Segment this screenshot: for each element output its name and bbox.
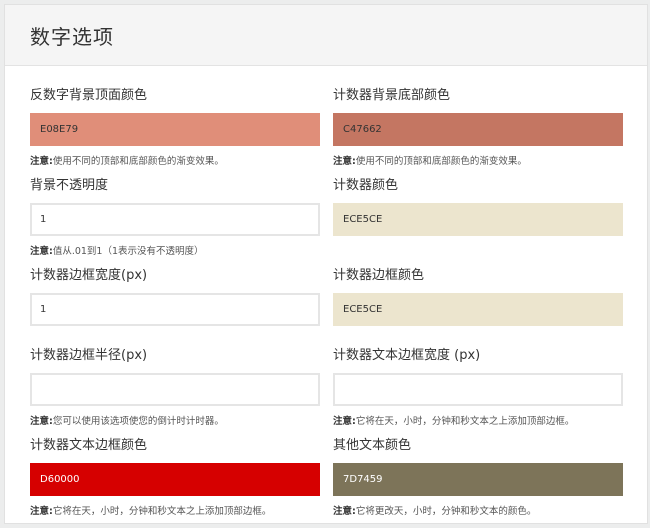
field-note: 注意:它将更改天，小时，分钟和秒文本的颜色。 xyxy=(333,503,536,517)
field-label: 背景不透明度 xyxy=(30,178,109,193)
counter-color-input[interactable]: ECE5CE xyxy=(333,203,623,236)
field-counter-bg-top-color: 反数字背景顶面颜色 E08E79 注意:使用不同的顶部和底部颜色的渐变效果。 xyxy=(30,87,320,167)
field-label: 计数器文本边框颜色 xyxy=(30,438,148,453)
field-label: 计数器边框半径(px) xyxy=(30,348,148,363)
field-label: 计数器文本边框宽度 (px) xyxy=(333,348,481,363)
other-text-color-input[interactable]: 7D7459 xyxy=(333,463,623,496)
field-counter-text-border-width: 计数器文本边框宽度 (px) 注意:它将在天，小时，分钟和秒文本之上添加顶部边框… xyxy=(333,347,623,427)
field-label: 其他文本颜色 xyxy=(333,438,412,453)
field-label: 计数器边框宽度(px) xyxy=(30,268,148,283)
note-prefix: 注意: xyxy=(30,506,53,517)
note-text: 值从.01到1（1表示没有不透明度） xyxy=(52,246,204,257)
counter-text-border-color-input[interactable]: D60000 xyxy=(30,463,320,496)
note-prefix: 注意: xyxy=(333,156,356,167)
field-label: 计数器颜色 xyxy=(333,178,399,193)
field-label: 计数器边框颜色 xyxy=(333,268,425,283)
note-text: 使用不同的顶部和底部颜色的渐变效果。 xyxy=(52,156,224,167)
counter-border-radius-input[interactable] xyxy=(30,373,320,406)
field-note: 注意:使用不同的顶部和底部颜色的渐变效果。 xyxy=(30,153,224,167)
note-text: 使用不同的顶部和底部颜色的渐变效果。 xyxy=(355,156,527,167)
counter-bg-top-color-input[interactable]: E08E79 xyxy=(30,113,320,146)
note-prefix: 注意: xyxy=(30,416,53,427)
field-label: 反数字背景顶面颜色 xyxy=(30,88,148,103)
field-label: 计数器背景底部颜色 xyxy=(333,88,451,103)
note-prefix: 注意: xyxy=(30,246,53,257)
field-counter-border-radius: 计数器边框半径(px) 注意:您可以使用该选项使您的倒计时计时器。 xyxy=(30,347,320,427)
field-counter-border-color: 计数器边框颜色 ECE5CE xyxy=(333,267,623,326)
note-prefix: 注意: xyxy=(333,416,356,427)
note-text: 它将更改天，小时，分钟和秒文本的颜色。 xyxy=(355,506,537,517)
field-note: 注意:它将在天，小时，分钟和秒文本之上添加顶部边框。 xyxy=(333,413,574,427)
field-note: 注意:使用不同的顶部和底部颜色的渐变效果。 xyxy=(333,153,527,167)
field-counter-border-width: 计数器边框宽度(px) 1 xyxy=(30,267,320,326)
note-text: 您可以使用该选项使您的倒计时计时器。 xyxy=(52,416,224,427)
field-other-text-color: 其他文本颜色 7D7459 注意:它将更改天，小时，分钟和秒文本的颜色。 xyxy=(333,437,623,517)
panel-header: 数字选项 xyxy=(5,5,647,66)
counter-border-width-input[interactable]: 1 xyxy=(30,293,320,326)
field-counter-text-border-color: 计数器文本边框颜色 D60000 注意:它将在天，小时，分钟和秒文本之上添加顶部… xyxy=(30,437,320,517)
field-counter-bg-bottom-color: 计数器背景底部颜色 C47662 注意:使用不同的顶部和底部颜色的渐变效果。 xyxy=(333,87,623,167)
counter-border-color-input[interactable]: ECE5CE xyxy=(333,293,623,326)
field-note: 注意:值从.01到1（1表示没有不透明度） xyxy=(30,243,204,257)
field-counter-color: 计数器颜色 ECE5CE xyxy=(333,177,623,236)
panel-title: 数字选项 xyxy=(30,24,114,49)
note-text: 它将在天，小时，分钟和秒文本之上添加顶部边框。 xyxy=(355,416,575,427)
note-prefix: 注意: xyxy=(30,156,53,167)
number-options-panel: 数字选项 反数字背景顶面颜色 E08E79 注意:使用不同的顶部和底部颜色的渐变… xyxy=(4,4,648,524)
note-text: 它将在天，小时，分钟和秒文本之上添加顶部边框。 xyxy=(52,506,272,517)
field-bg-opacity: 背景不透明度 1 注意:值从.01到1（1表示没有不透明度） xyxy=(30,177,320,257)
counter-bg-bottom-color-input[interactable]: C47662 xyxy=(333,113,623,146)
field-note: 注意:它将在天，小时，分钟和秒文本之上添加顶部边框。 xyxy=(30,503,271,517)
note-prefix: 注意: xyxy=(333,506,356,517)
field-note: 注意:您可以使用该选项使您的倒计时计时器。 xyxy=(30,413,224,427)
counter-text-border-width-input[interactable] xyxy=(333,373,623,406)
bg-opacity-input[interactable]: 1 xyxy=(30,203,320,236)
